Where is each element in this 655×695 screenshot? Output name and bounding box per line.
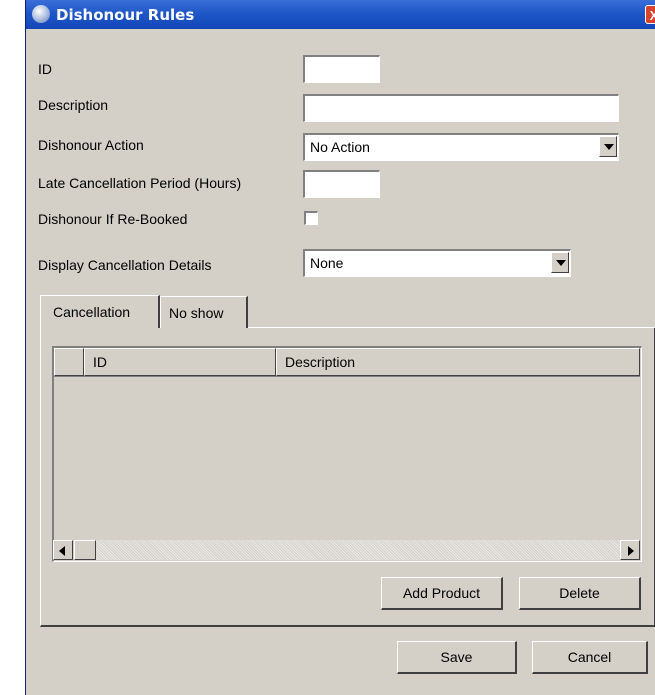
chevron-down-icon — [604, 144, 614, 150]
display-details-label: Display Cancellation Details — [38, 257, 212, 273]
arrow-left-icon — [59, 546, 65, 556]
rebooked-label: Dishonour If Re-Booked — [38, 211, 188, 227]
delete-label: Delete — [559, 585, 600, 601]
id-field[interactable] — [303, 55, 380, 83]
arrow-right-icon — [628, 546, 634, 556]
grid-header-id[interactable]: ID — [84, 348, 276, 376]
dishonour-action-label: Dishonour Action — [38, 137, 144, 153]
late-cancellation-label: Late Cancellation Period (Hours) — [38, 175, 242, 191]
scroll-left-button[interactable] — [53, 540, 73, 560]
scroll-right-button[interactable] — [620, 540, 640, 560]
dishonour-action-select[interactable]: No Action — [303, 133, 619, 161]
save-button[interactable]: Save — [397, 641, 517, 674]
late-cancellation-field[interactable] — [303, 170, 380, 198]
delete-button[interactable]: Delete — [519, 577, 641, 610]
tab-cancellation[interactable]: Cancellation — [40, 295, 160, 328]
products-grid[interactable]: ID Description — [52, 346, 642, 562]
cancel-label: Cancel — [567, 649, 612, 665]
horizontal-scrollbar[interactable] — [52, 539, 642, 561]
chevron-down-icon — [556, 260, 566, 266]
window-title: Dishonour Rules — [56, 6, 195, 24]
app-icon — [32, 5, 50, 23]
cancel-button[interactable]: Cancel — [532, 641, 648, 674]
scroll-thumb[interactable] — [74, 540, 96, 560]
add-product-label: Add Product — [402, 585, 481, 601]
close-button[interactable]: X — [645, 5, 655, 24]
scroll-track[interactable] — [74, 540, 620, 560]
title-bar[interactable]: Dishonour Rules X — [26, 0, 655, 29]
dishonour-rules-window: Dishonour Rules X ID Description Dishono… — [25, 0, 655, 695]
add-product-button[interactable]: Add Product — [381, 577, 503, 610]
display-details-dropdown-button[interactable] — [551, 252, 569, 273]
id-label: ID — [38, 61, 52, 77]
grid-header-separator — [54, 376, 640, 377]
rebooked-checkbox[interactable] — [304, 211, 318, 225]
save-label: Save — [440, 649, 473, 665]
description-label: Description — [38, 97, 109, 113]
grid-header-description[interactable]: Description — [276, 348, 640, 376]
dishonour-action-dropdown-button[interactable] — [599, 136, 617, 157]
tab-no-show[interactable]: No show — [160, 296, 248, 328]
description-field[interactable] — [303, 94, 619, 122]
display-details-select[interactable]: None — [303, 249, 571, 277]
grid-header-selector[interactable] — [54, 348, 84, 376]
